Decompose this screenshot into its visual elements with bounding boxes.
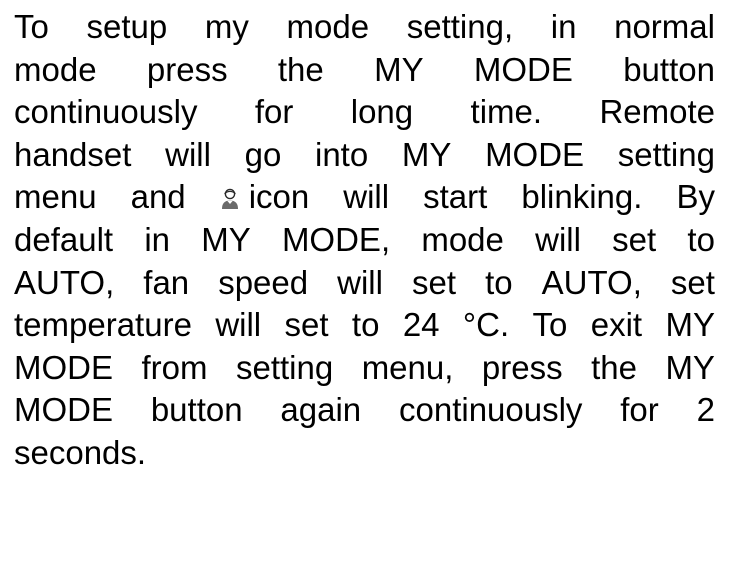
word: MY — [401, 135, 452, 173]
text-line: mode press the MY MODE button — [14, 49, 715, 92]
text-line: To setup my mode setting, in normal — [14, 6, 715, 49]
word: will — [535, 220, 581, 258]
text-line: AUTO, fan speed will set to AUTO, set — [14, 262, 715, 305]
word: MY — [201, 220, 251, 258]
word: mode — [14, 50, 97, 88]
word: will — [215, 306, 262, 344]
word: mode — [286, 8, 370, 45]
word: normal — [614, 8, 715, 45]
word: will — [337, 263, 383, 301]
word: press — [481, 348, 563, 386]
word: handset — [14, 135, 132, 173]
word: temperature — [14, 306, 192, 344]
word: go — [244, 135, 282, 173]
document-page: To setup my mode setting, in normal mode… — [0, 0, 729, 561]
word: set — [412, 263, 457, 301]
word: speed — [218, 263, 309, 301]
word: start — [423, 178, 488, 216]
word: to — [485, 263, 513, 301]
instruction-paragraph: To setup my mode setting, in normal mode… — [14, 6, 715, 475]
word: menu — [14, 178, 97, 216]
word: in — [550, 8, 577, 45]
word: button — [150, 391, 243, 429]
word: to — [687, 220, 715, 258]
word: to — [351, 306, 380, 344]
word: 2 — [696, 391, 715, 429]
word: and — [130, 178, 186, 216]
word: icon — [248, 178, 310, 216]
text-line: MODE button again continuously for 2 — [14, 389, 715, 432]
word: exit — [590, 306, 643, 344]
word: for — [254, 93, 294, 131]
word: setting — [235, 348, 334, 386]
text-line: menu and icon will start blinking. By — [14, 176, 715, 219]
word: again — [280, 391, 362, 429]
text-line: continuously for long time. Remote — [14, 91, 715, 134]
word: fan — [143, 263, 190, 301]
word: MY — [665, 348, 715, 386]
word: By — [676, 178, 715, 216]
text-line: handset will go into MY MODE setting — [14, 134, 715, 177]
word: for — [620, 391, 659, 429]
word: MY — [374, 50, 424, 88]
word: setting — [617, 135, 715, 173]
word: in — [144, 220, 170, 258]
word: MODE, — [281, 220, 391, 258]
word: from — [141, 348, 208, 386]
word: MODE — [485, 135, 585, 173]
word: MY — [665, 306, 715, 344]
word: Remote — [599, 93, 715, 131]
word: will — [343, 178, 390, 216]
word: into — [315, 135, 369, 173]
word: continuously — [398, 391, 583, 429]
word: will — [165, 135, 211, 173]
word: MODE — [473, 50, 573, 88]
word: the — [591, 348, 637, 386]
word: MODE — [14, 348, 113, 386]
word: set — [670, 263, 715, 301]
text-line: MODE from setting menu, press the MY — [14, 347, 715, 390]
icon-word-group: icon — [220, 176, 310, 219]
word: default — [14, 220, 114, 258]
word: To — [532, 306, 568, 344]
text-line: temperature will set to 24 °C. To exit M… — [14, 304, 715, 347]
word: set — [612, 220, 657, 258]
word: continuously — [14, 93, 198, 131]
word: °C. — [462, 306, 510, 344]
my-mode-person-icon — [220, 186, 240, 210]
word: setting, — [406, 8, 514, 45]
word: AUTO, — [541, 263, 642, 301]
word: the — [277, 50, 324, 88]
word: To — [14, 8, 49, 45]
word: my — [204, 8, 249, 45]
word: long — [350, 93, 414, 131]
word: setup — [86, 8, 168, 45]
word: set — [284, 306, 329, 344]
word: 24 — [402, 306, 440, 344]
word: menu, — [361, 348, 454, 386]
word: press — [146, 50, 228, 88]
word: mode — [421, 220, 504, 258]
word: time. — [470, 93, 543, 131]
word: button — [623, 50, 715, 88]
word: seconds. — [14, 433, 147, 471]
word: AUTO, — [14, 263, 115, 301]
text-line: default in MY MODE, mode will set to — [14, 219, 715, 262]
text-line: seconds. — [14, 432, 715, 475]
word: blinking. — [521, 178, 643, 216]
word: MODE — [14, 391, 113, 429]
